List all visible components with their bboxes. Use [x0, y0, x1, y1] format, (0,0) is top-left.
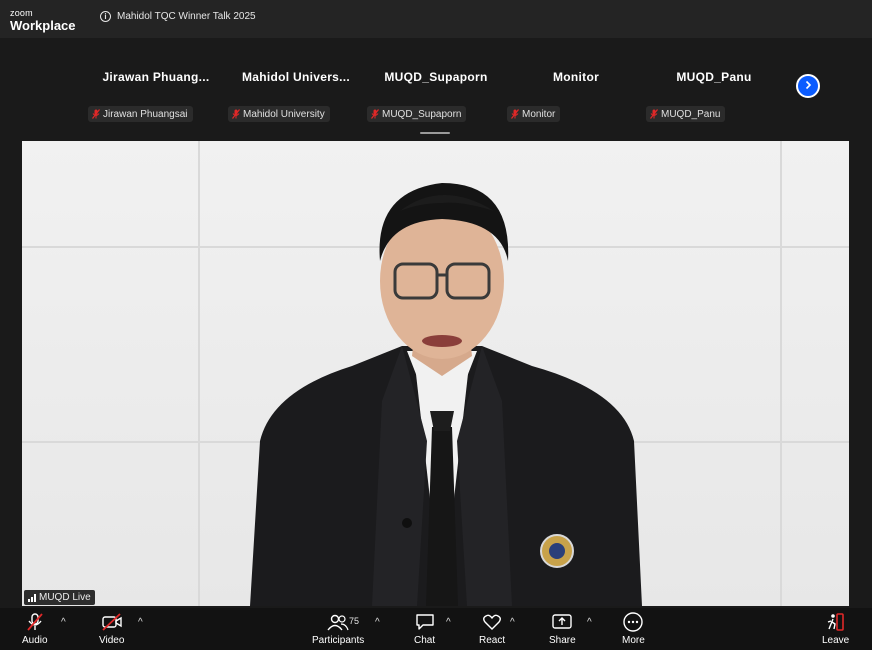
mic-muted-icon	[232, 109, 240, 119]
more-button[interactable]: More	[622, 611, 645, 646]
logo-small-text: zoom	[10, 8, 33, 18]
zoom-logo: zoom Workplace	[10, 8, 76, 33]
share-label: Share	[549, 635, 576, 646]
mic-muted-icon	[650, 109, 658, 119]
video-options-caret[interactable]: ^	[138, 617, 143, 628]
meeting-info[interactable]: i Mahidol TQC Winner Talk 2025	[100, 11, 256, 22]
participant-name: MUQD_Supaporn	[384, 70, 488, 84]
participant-tag: Mahidol University	[228, 106, 330, 122]
participant-tag-label: Jirawan Phuangsai	[103, 108, 188, 120]
mic-muted-icon	[92, 109, 100, 119]
participant-name: Mahidol Univers...	[241, 70, 351, 84]
leave-label: Leave	[822, 635, 850, 646]
chat-options-caret[interactable]: ^	[446, 617, 451, 628]
participant-name: Jirawan Phuang...	[102, 70, 210, 84]
react-options-caret[interactable]: ^	[510, 617, 515, 628]
video-button[interactable]: Video	[99, 611, 124, 646]
mic-muted-icon	[371, 109, 379, 119]
share-options-caret[interactable]: ^	[587, 617, 592, 628]
meeting-title: Mahidol TQC Winner Talk 2025	[117, 11, 256, 22]
audio-options-caret[interactable]: ^	[61, 617, 66, 628]
participant-name: Monitor	[552, 70, 600, 84]
strip-page-indicator	[420, 132, 450, 134]
participant-tag-label: Mahidol University	[243, 108, 325, 120]
participant-tile[interactable]: MUQD_Supaporn	[366, 70, 506, 84]
participant-tag-label: Monitor	[522, 108, 556, 120]
chat-label: Chat	[414, 635, 436, 646]
speaker-name: MUQD Live	[39, 592, 91, 603]
participant-tile[interactable]: Monitor	[506, 70, 646, 84]
next-page-button[interactable]	[796, 74, 820, 98]
logo-big-text: Workplace	[10, 18, 76, 33]
heart-icon	[482, 611, 502, 633]
meeting-toolbar: Audio ^ Video ^ Participants 75 ^ Chat ^…	[0, 608, 872, 650]
chevron-right-icon	[803, 77, 813, 95]
react-label: React	[479, 635, 506, 646]
mic-muted-icon	[511, 109, 519, 119]
participant-tag: Jirawan Phuangsai	[88, 106, 193, 122]
leave-button[interactable]: Leave	[822, 611, 849, 646]
participant-strip: Jirawan Phuang... Mahidol Univers... MUQ…	[0, 38, 872, 140]
exit-icon	[826, 611, 846, 633]
share-button[interactable]: Share	[549, 611, 576, 646]
title-bar: zoom Workplace i Mahidol TQC Winner Talk…	[0, 0, 872, 38]
active-speaker-video[interactable]	[22, 141, 849, 606]
people-icon	[326, 611, 350, 633]
participant-tile[interactable]: MUQD_Panu	[644, 70, 784, 84]
react-button[interactable]: React	[479, 611, 505, 646]
more-dots-icon	[622, 611, 644, 633]
share-screen-icon	[551, 611, 573, 633]
chat-bubble-icon	[415, 611, 435, 633]
participant-tag-label: MUQD_Supaporn	[382, 108, 462, 120]
info-icon[interactable]: i	[100, 11, 111, 22]
chat-button[interactable]: Chat	[414, 611, 435, 646]
participant-tile[interactable]: Jirawan Phuang...	[86, 70, 226, 84]
video-label: Video	[99, 635, 125, 646]
participants-label: Participants	[312, 635, 365, 646]
participant-tag-label: MUQD_Panu	[661, 108, 721, 120]
audio-label: Audio	[22, 635, 48, 646]
participant-tag: MUQD_Supaporn	[367, 106, 467, 122]
participants-count: 75	[349, 616, 360, 626]
speaker-figure	[250, 183, 642, 606]
participant-tile[interactable]: Mahidol Univers...	[226, 70, 366, 84]
camera-off-icon	[101, 611, 123, 633]
audio-button[interactable]: Audio	[22, 611, 48, 646]
more-label: More	[622, 635, 645, 646]
speaker-name-tag: MUQD Live	[24, 590, 95, 605]
participant-name: MUQD_Panu	[676, 70, 752, 84]
participant-tag: Monitor	[507, 106, 561, 122]
participants-options-caret[interactable]: ^	[375, 617, 380, 628]
connection-signal-icon	[28, 593, 36, 602]
mic-muted-icon	[25, 611, 45, 633]
participant-tag: MUQD_Panu	[646, 106, 726, 122]
